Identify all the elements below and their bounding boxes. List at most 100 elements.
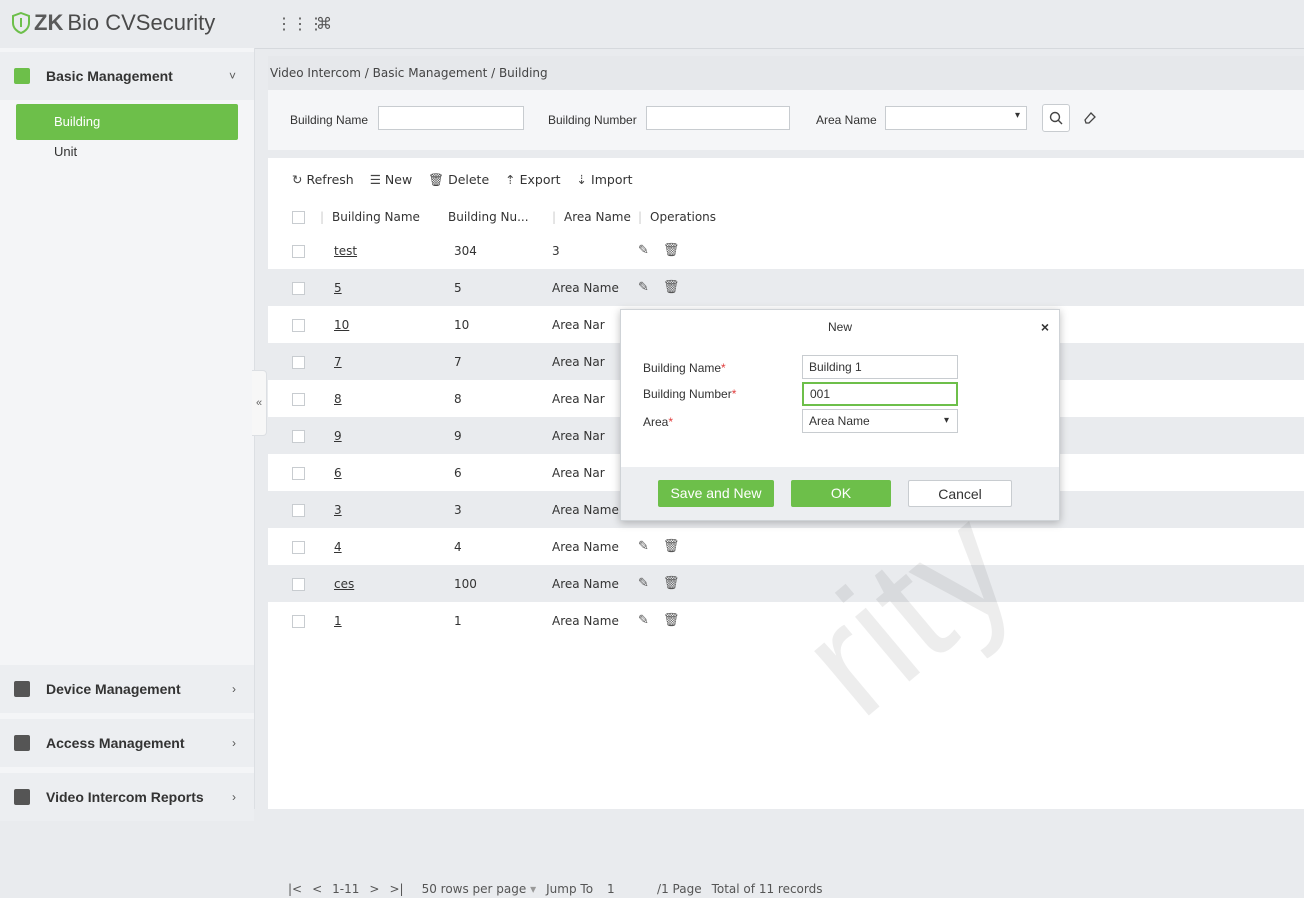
building-name-cell: 5 — [320, 269, 448, 306]
rows-per-page-label: 50 rows per page — [421, 882, 527, 896]
table-row[interactable]: test 304 3 ✎ 🗑 — [268, 232, 1304, 269]
delete-icon[interactable]: 🗑 — [663, 613, 680, 628]
row-checkbox[interactable] — [292, 318, 305, 332]
operations-cell: ✎🗑 — [638, 602, 1304, 639]
area-name-cell: Area Name — [552, 565, 638, 602]
sidebar-group-device-management[interactable]: Device Management › — [0, 665, 254, 713]
delete-button[interactable]: 🗑 Delete — [428, 172, 489, 188]
area-name-text: Area Name — [552, 539, 619, 554]
search-icon — [1049, 111, 1063, 125]
operations-cell: ✎🗑 — [638, 232, 1304, 269]
building-name-link[interactable]: 6 — [334, 466, 342, 480]
delete-icon[interactable]: 🗑 — [663, 280, 680, 295]
row-checkbox[interactable] — [292, 577, 305, 591]
rows-per-page-select[interactable]: 50 rows per page ▾ — [422, 882, 537, 896]
building-number-cell: 3 — [448, 491, 552, 528]
clear-button[interactable] — [1076, 104, 1104, 132]
sidebar-item-building[interactable]: Building — [16, 104, 238, 140]
column-header-building-number[interactable]: Building Nu... — [448, 202, 552, 232]
building-name-link[interactable]: 5 — [334, 281, 342, 295]
column-header-area-name[interactable]: | Area Name — [552, 202, 638, 232]
building-name-link[interactable]: 10 — [334, 318, 349, 332]
row-checkbox[interactable] — [292, 540, 305, 554]
delete-icon[interactable]: 🗑 — [663, 539, 680, 554]
last-page-button[interactable]: >| — [389, 882, 403, 896]
building-number-filter-input[interactable] — [646, 106, 790, 130]
delete-icon[interactable]: 🗑 — [663, 243, 680, 258]
command-icon[interactable]: ⌘ — [316, 14, 332, 34]
building-name-link[interactable]: 9 — [334, 429, 342, 443]
building-name-cell: 9 — [320, 417, 448, 454]
area-name-filter-select[interactable]: ▾ — [885, 106, 1027, 130]
building-name-field[interactable]: Building 1 — [802, 355, 958, 379]
sidebar-item-unit[interactable]: Unit — [16, 140, 238, 164]
building-name-link[interactable]: 3 — [334, 503, 342, 517]
building-name-link[interactable]: 4 — [334, 540, 342, 554]
import-button[interactable]: ⇣ Import — [577, 172, 633, 188]
row-checkbox[interactable] — [292, 466, 305, 480]
table-row[interactable]: 4 4 Area Name ✎ 🗑 — [268, 528, 1304, 565]
first-page-button[interactable]: |< — [288, 882, 302, 896]
save-and-new-button[interactable]: Save and New — [658, 480, 774, 507]
row-checkbox[interactable] — [292, 392, 305, 406]
building-name-link[interactable]: 1 — [334, 614, 342, 628]
edit-icon[interactable]: ✎ — [638, 243, 649, 258]
new-button[interactable]: ☰ New — [370, 172, 412, 188]
area-name-text: Area Name — [552, 280, 619, 295]
jump-to-input[interactable]: 1 — [603, 880, 648, 898]
edit-icon[interactable]: ✎ — [638, 613, 649, 628]
new-building-dialog: New × Building Name* Building 1 Building… — [620, 309, 1060, 521]
area-name-cell: Area Name — [552, 602, 638, 639]
table-row[interactable]: ces 100 Area Name ✎ 🗑 — [268, 565, 1304, 602]
building-number-cell: 5 — [448, 269, 552, 306]
area-select[interactable]: Area Name ▾ — [802, 409, 958, 433]
access-icon — [14, 735, 30, 751]
refresh-button[interactable]: ↻ Refresh — [292, 172, 354, 188]
building-name-cell: 6 — [320, 454, 448, 491]
required-mark: * — [721, 361, 726, 375]
cancel-button[interactable]: Cancel — [908, 480, 1012, 507]
area-name-text: 3 — [552, 243, 560, 258]
building-number-cell: 8 — [448, 380, 552, 417]
edit-icon[interactable]: ✎ — [638, 576, 649, 591]
row-checkbox[interactable] — [292, 355, 305, 369]
building-number-field[interactable]: 001 — [802, 382, 958, 406]
select-all-checkbox[interactable] — [292, 211, 305, 224]
row-checkbox[interactable] — [292, 503, 305, 517]
building-name-link[interactable]: test — [334, 244, 357, 258]
sidebar-group-video-intercom-reports[interactable]: Video Intercom Reports › — [0, 773, 254, 821]
sidebar-group-basic-management[interactable]: Basic Management ˅ — [0, 52, 254, 100]
row-checkbox[interactable] — [292, 244, 305, 258]
edit-icon[interactable]: ✎ — [638, 539, 649, 554]
building-number-text: 9 — [454, 428, 462, 443]
building-name-link[interactable]: 7 — [334, 355, 342, 369]
row-checkbox[interactable] — [292, 429, 305, 443]
export-button[interactable]: ⇡ Export — [505, 172, 560, 188]
delete-icon[interactable]: 🗑 — [663, 576, 680, 591]
add-list-icon: ☰ — [369, 172, 381, 187]
row-checkbox[interactable] — [292, 281, 305, 295]
area-name-cell: 3 — [552, 232, 638, 269]
row-checkbox[interactable] — [292, 614, 305, 628]
building-number-cell: 4 — [448, 528, 552, 565]
ok-button[interactable]: OK — [791, 480, 891, 507]
sidebar-group-access-management[interactable]: Access Management › — [0, 719, 254, 767]
search-button[interactable] — [1042, 104, 1070, 132]
building-number-text: 304 — [454, 243, 477, 258]
sidebar-group-label: Video Intercom Reports — [46, 789, 204, 805]
building-number-filter-label: Building Number — [548, 113, 637, 127]
building-name-filter-input[interactable] — [378, 106, 524, 130]
building-name-link[interactable]: 8 — [334, 392, 342, 406]
close-icon[interactable]: × — [1041, 310, 1049, 344]
edit-icon[interactable]: ✎ — [638, 280, 649, 295]
prev-page-button[interactable]: < — [312, 882, 322, 896]
building-name-link[interactable]: ces — [334, 577, 354, 591]
next-page-button[interactable]: > — [369, 882, 379, 896]
column-header-building-name[interactable]: | Building Name — [320, 202, 448, 232]
building-number-text: 5 — [454, 280, 462, 295]
building-number-text: 8 — [454, 391, 462, 406]
table-row[interactable]: 5 5 Area Name ✎ 🗑 — [268, 269, 1304, 306]
table-row[interactable]: 1 1 Area Name ✎ 🗑 — [268, 602, 1304, 639]
select-all-cell — [268, 202, 320, 232]
sidebar-collapse-button[interactable]: « — [252, 370, 267, 436]
